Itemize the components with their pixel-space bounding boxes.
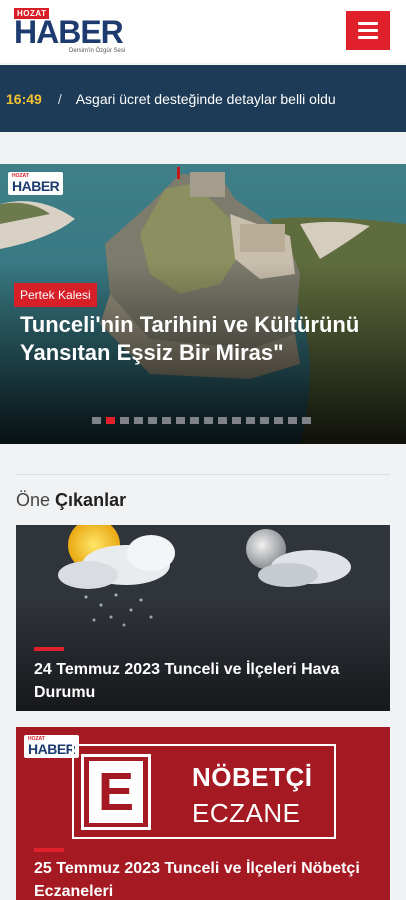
news-ticker[interactable]: 16:49 / Asgari ücret desteğinde detaylar… <box>0 65 406 132</box>
slider-dot[interactable] <box>176 417 185 424</box>
slider-dot[interactable] <box>246 417 255 424</box>
watermark-main-label: HABER <box>28 741 76 757</box>
slider-dot[interactable] <box>274 417 283 424</box>
slide-watermark-logo: HOZAT HABER <box>8 172 64 195</box>
logo-slogan: Dersim'in Özgür Sesi <box>69 48 126 54</box>
hamburger-menu-icon <box>358 22 378 25</box>
slider-dot[interactable] <box>288 417 297 424</box>
slider-dot[interactable] <box>134 417 143 424</box>
slider-dot[interactable] <box>218 417 227 424</box>
slider-dot[interactable] <box>260 417 269 424</box>
slider-dot[interactable] <box>302 417 311 424</box>
logo-main-label: HABER <box>14 14 124 50</box>
slider-dot[interactable] <box>92 417 101 424</box>
pharmacy-sign-line1: NÖBETÇİ <box>192 762 313 792</box>
ticker-time: 16:49 <box>6 90 42 107</box>
menu-button[interactable] <box>346 11 390 50</box>
slider-dot[interactable] <box>106 417 115 424</box>
slider-dot[interactable] <box>190 417 199 424</box>
featured-card-weather[interactable]: 24 Temmuz 2023 Tunceli ve İlçeleri Hava … <box>16 525 390 711</box>
site-header: HOZAT HABER Dersim'in Özgür Sesi <box>0 0 406 63</box>
pharmacy-e-letter: E <box>89 761 143 823</box>
card-title[interactable]: 25 Temmuz 2023 Tunceli ve İlçeleri Nöbet… <box>34 857 374 900</box>
section-title-bold: Çıkanlar <box>55 490 127 510</box>
section-title-light: Öne <box>16 490 51 510</box>
pharmacy-sign-line2: ECZANE <box>192 798 301 828</box>
ticker-separator: / <box>57 90 62 107</box>
slider-dot[interactable] <box>204 417 213 424</box>
pharmacy-e-icon: E <box>81 754 151 830</box>
card-accent-bar <box>34 848 64 852</box>
slide-title[interactable]: Tunceli'nin Tarihini ve Kültürünü Yansıt… <box>20 311 390 367</box>
site-logo[interactable]: HOZAT HABER Dersim'in Özgür Sesi <box>14 8 144 58</box>
hamburger-menu-icon-line <box>358 29 378 32</box>
pharmacy-sign: E NÖBETÇİ ECZANE <box>72 744 336 839</box>
ticker-headline[interactable]: Asgari ücret desteğinde detaylar belli o… <box>76 91 336 107</box>
slide-category-tag[interactable]: Pertek Kalesi <box>14 283 97 307</box>
card-title[interactable]: 24 Temmuz 2023 Tunceli ve İlçeleri Hava … <box>34 658 374 704</box>
section-title: Öne Çıkanlar <box>16 490 126 511</box>
section-divider <box>16 474 390 475</box>
slider-dot[interactable] <box>232 417 241 424</box>
slider-pagination <box>92 417 311 424</box>
slider-dot[interactable] <box>162 417 171 424</box>
slider-dot[interactable] <box>148 417 157 424</box>
hamburger-menu-icon-line <box>358 36 378 39</box>
featured-card-pharmacy[interactable]: HOZAT HABER E NÖBETÇİ ECZANE 25 Temmuz 2… <box>16 727 390 900</box>
card-accent-bar <box>34 647 64 651</box>
slider-dot[interactable] <box>120 417 129 424</box>
headline-slider[interactable]: HOZAT HABER Pertek Kalesi Tunceli'nin Ta… <box>0 164 406 444</box>
watermark-main-label: HABER <box>12 178 60 194</box>
card-watermark-logo: HOZAT HABER <box>24 735 80 758</box>
